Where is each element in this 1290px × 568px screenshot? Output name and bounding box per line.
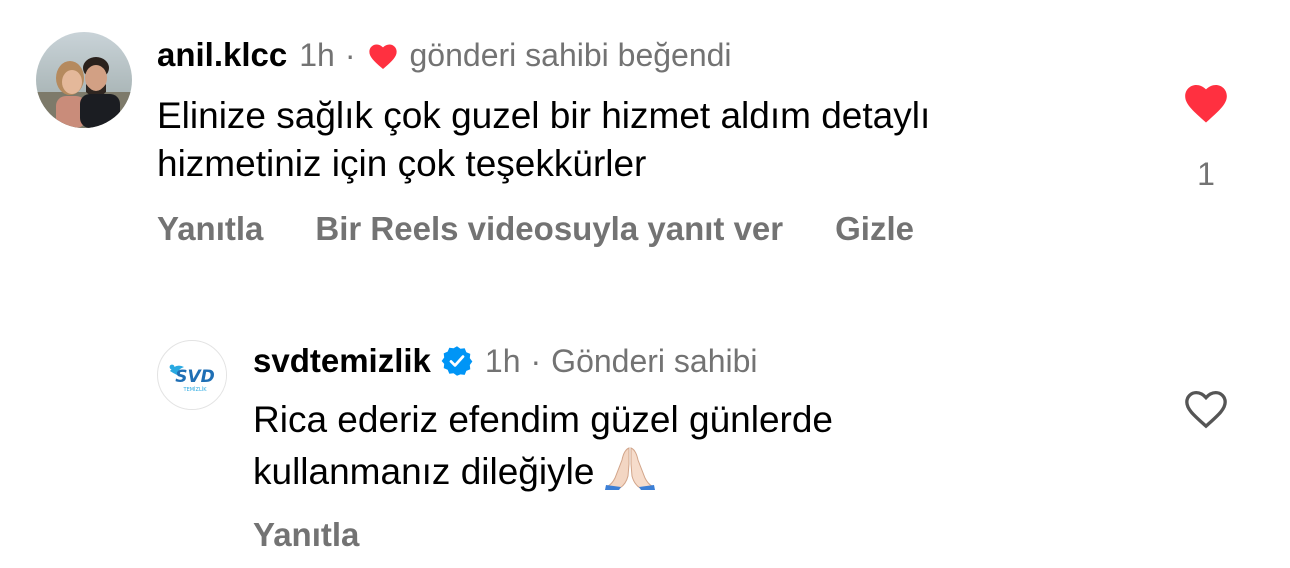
timestamp: 1h <box>299 36 335 73</box>
comment-actions: Yanıtla Bir Reels videosuyla yanıt ver G… <box>157 210 966 248</box>
heart-outline-icon <box>1185 390 1227 429</box>
comment-text: Rica ederiz efendim güzel günlerde kulla… <box>253 396 1153 496</box>
svg-text:SVD: SVD <box>175 367 215 387</box>
like-button[interactable] <box>1181 384 1231 430</box>
avatar[interactable] <box>36 32 132 128</box>
liked-by-author-label: gönderi sahibi beğendi <box>409 36 732 73</box>
heart-filled-icon <box>1185 84 1227 123</box>
comment-text-line-with-emoji: kullanmanız dileğiyle <box>253 444 1153 496</box>
comment-text-line: Rica ederiz efendim güzel günlerde <box>253 399 834 440</box>
username[interactable]: anil.klcc <box>157 36 287 74</box>
like-button[interactable] <box>1181 78 1231 124</box>
author-badge: Gönderi sahibi <box>551 342 758 379</box>
hide-button[interactable]: Gizle <box>835 210 914 248</box>
like-count[interactable]: 1 <box>1186 156 1226 193</box>
comment-actions: Yanıtla <box>253 516 411 554</box>
comment-text-line: hizmetiniz için çok teşekkürler <box>157 143 647 184</box>
brand-logo-icon: SVD TEMİZLİK <box>159 342 226 409</box>
separator: · <box>530 342 542 379</box>
comment-text-line: kullanmanız dileğiyle <box>253 451 595 492</box>
folded-hands-icon <box>602 444 658 490</box>
svg-text:TEMİZLİK: TEMİZLİK <box>183 386 208 393</box>
heart-icon <box>366 40 400 70</box>
separator: · <box>344 36 356 73</box>
comment-text-line: Elinize sağlık çok guzel bir hizmet aldı… <box>157 95 931 136</box>
verified-badge-icon <box>441 345 473 377</box>
reply-button[interactable]: Yanıtla <box>253 516 359 554</box>
reply-button[interactable]: Yanıtla <box>157 210 263 248</box>
comment-meta: svdtemizlik 1h · Gönderi sahibi <box>253 340 758 382</box>
username[interactable]: svdtemizlik <box>253 342 431 380</box>
user-photo-icon <box>36 32 132 128</box>
comment-meta: anil.klcc 1h · gönderi sahibi beğendi <box>157 34 732 76</box>
reels-reply-button[interactable]: Bir Reels videosuyla yanıt ver <box>315 210 783 248</box>
avatar[interactable]: SVD TEMİZLİK <box>157 340 227 410</box>
timestamp: 1h <box>484 342 521 379</box>
comment-text: Elinize sağlık çok guzel bir hizmet aldı… <box>157 92 1137 188</box>
